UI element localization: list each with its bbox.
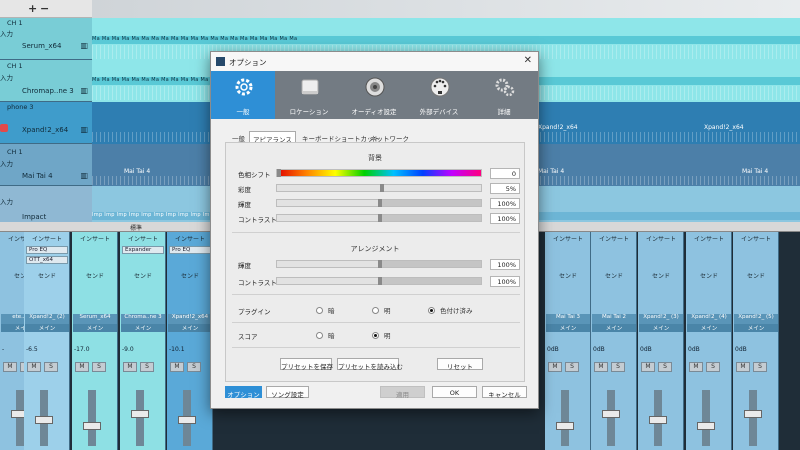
category-label: オーディオ設定 (351, 108, 397, 116)
arrange-contrast-value[interactable]: 100% (490, 276, 520, 287)
slider-fill (380, 200, 481, 206)
luminance-label: 輝度 (238, 201, 251, 209)
divider (232, 232, 520, 233)
speaker-icon (365, 77, 385, 97)
reset-button[interactable]: リセット (437, 358, 483, 371)
radio-label: 明 (384, 332, 391, 340)
arrange-luminance-value[interactable]: 100% (490, 259, 520, 270)
close-button[interactable]: ✕ (524, 55, 532, 66)
plugin-label: プラグイン (238, 308, 271, 316)
radio-dot[interactable] (372, 307, 379, 314)
appearance-panel: 背景 色相シフト 0 彩度 5% 輝度 100% コントラスト 100% アレン… (225, 142, 525, 382)
options-button[interactable]: オプション (225, 386, 262, 399)
radio-dot[interactable] (316, 332, 323, 339)
song-settings-button[interactable]: ソング設定 (266, 386, 309, 399)
arrangement-section-header: アレンジメント (350, 245, 400, 253)
plugin-colored-radio[interactable]: 色付け済み (428, 305, 473, 315)
radio-label: 色付け済み (440, 307, 473, 315)
saturation-slider[interactable] (276, 184, 482, 192)
luminance-value[interactable]: 100% (490, 198, 520, 209)
dialog-title: オプション (229, 58, 267, 67)
hue-shift-value[interactable]: 0 (490, 168, 520, 179)
radio-label: 暗 (328, 332, 335, 340)
slider-knob[interactable] (378, 199, 382, 207)
plugin-dark-radio[interactable]: 暗 (316, 305, 335, 315)
dialog-titlebar[interactable]: オプション ✕ (211, 52, 538, 71)
radio-label: 暗 (328, 307, 335, 315)
divider (232, 347, 520, 348)
score-label: スコア (238, 333, 258, 341)
saturation-value[interactable]: 5% (490, 183, 520, 194)
slider-fill (380, 215, 481, 221)
hue-shift-slider[interactable] (276, 169, 482, 177)
options-dialog: オプション ✕ 一般 ロケーション オーディオ設定 外部デバイス 詳細 一般 ア… (210, 51, 539, 409)
slider-fill (380, 278, 481, 284)
gear-icon (235, 78, 253, 96)
category-locations[interactable]: ロケーション (277, 71, 341, 119)
apply-button[interactable]: 適用 (380, 386, 425, 399)
app-logo-icon (216, 57, 225, 66)
background-section-header: 背景 (368, 154, 382, 162)
folder-icon (301, 79, 319, 95)
radio-dot[interactable] (316, 307, 323, 314)
category-label: 一般 (236, 108, 250, 116)
slider-knob[interactable] (378, 277, 382, 285)
slider-fill (380, 261, 481, 267)
category-label: 外部デバイス (419, 108, 459, 116)
category-audio[interactable]: オーディオ設定 (342, 71, 406, 119)
saturation-label: 彩度 (238, 186, 251, 194)
category-bar: 一般 ロケーション オーディオ設定 外部デバイス 詳細 (211, 71, 538, 119)
arrange-contrast-slider[interactable] (276, 277, 482, 285)
gears-icon (495, 78, 515, 97)
slider-knob[interactable] (378, 214, 382, 222)
contrast-slider[interactable] (276, 214, 482, 222)
score-dark-radio[interactable]: 暗 (316, 330, 335, 340)
luminance-slider[interactable] (276, 199, 482, 207)
radio-label: 明 (384, 307, 391, 315)
arrange-luminance-label: 輝度 (238, 262, 251, 270)
save-preset-button[interactable]: プリセットを保存 (280, 358, 333, 371)
hue-shift-label: 色相シフト (238, 171, 271, 179)
radio-dot-selected[interactable] (428, 307, 435, 314)
category-label: 詳細 (497, 108, 511, 116)
category-general[interactable]: 一般 (211, 71, 275, 119)
score-light-radio[interactable]: 明 (372, 330, 391, 340)
load-preset-button[interactable]: プリセットを読み込む (337, 358, 403, 371)
contrast-value[interactable]: 100% (490, 213, 520, 224)
divider (232, 322, 520, 323)
slider-fill (277, 185, 288, 191)
category-external-devices[interactable]: 外部デバイス (407, 71, 471, 119)
slider-knob[interactable] (380, 184, 384, 192)
arrange-luminance-slider[interactable] (276, 260, 482, 268)
contrast-label: コントラスト (238, 216, 277, 224)
category-label: ロケーション (289, 108, 329, 116)
arrange-contrast-label: コントラスト (238, 279, 277, 287)
midi-connector-icon (430, 77, 450, 97)
radio-dot-selected[interactable] (372, 332, 379, 339)
category-advanced[interactable]: 詳細 (472, 71, 536, 119)
slider-knob[interactable] (277, 169, 281, 177)
plugin-light-radio[interactable]: 明 (372, 305, 391, 315)
divider (232, 294, 520, 295)
slider-knob[interactable] (378, 260, 382, 268)
ok-button[interactable]: OK (432, 386, 477, 398)
cancel-button[interactable]: キャンセル (482, 386, 527, 399)
